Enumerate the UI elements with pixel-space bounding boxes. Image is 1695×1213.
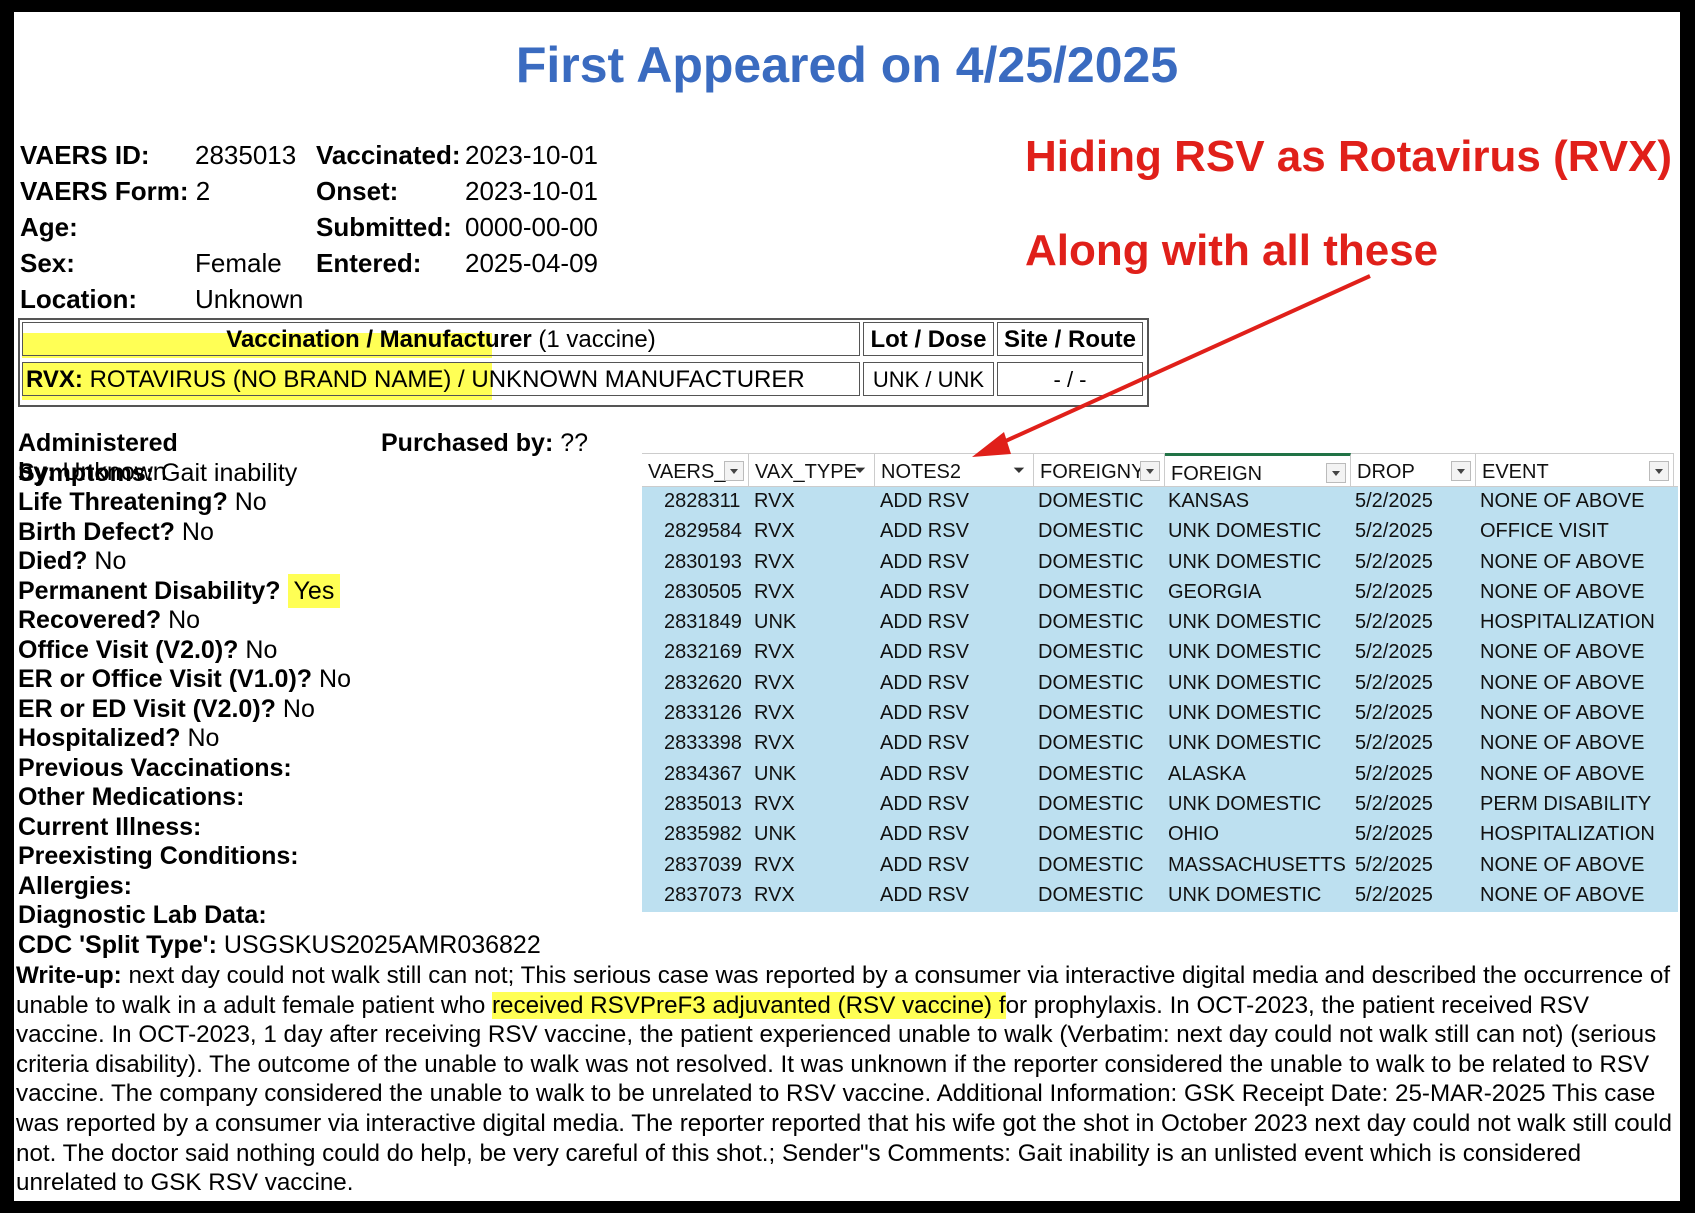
writeup-text-rest: or prophylaxis. In OCT-2023, the patient… — [16, 991, 1672, 1197]
arrow-shaft — [987, 274, 1371, 451]
arrow-head — [972, 432, 1011, 457]
report-page: First Appeared on 4/25/2025 VAERS ID: 28… — [14, 12, 1680, 1201]
writeup-highlight: received RSVPreF3 adjuvanted (RSV vaccin… — [492, 991, 1006, 1019]
writeup-label: Write-up: — [16, 962, 122, 989]
write-up: Write-up: next day could not walk still … — [16, 961, 1676, 1198]
